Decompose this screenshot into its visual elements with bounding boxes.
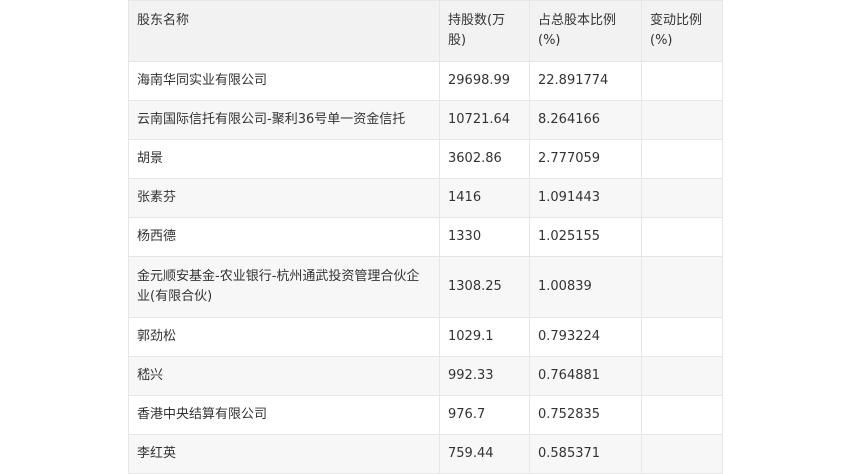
cell-ratio: 22.891774 [529,61,642,101]
shareholder-table: 股东名称 持股数(万股) 占总股本比例(%) 变动比例(%) 海南华同实业有限公… [128,0,723,474]
table-row: 云南国际信托有限公司-聚利36号单一资金信托 10721.64 8.264166 [128,100,723,140]
cell-name: 胡景 [128,139,440,179]
header-shares: 持股数(万股) [439,0,530,62]
cell-ratio: 0.764881 [529,356,642,396]
cell-ratio: 2.777059 [529,139,642,179]
cell-shares: 1029.1 [439,317,530,357]
table-body: 海南华同实业有限公司 29698.99 22.891774 云南国际信托有限公司… [128,61,723,474]
cell-name: 嵇兴 [128,356,440,396]
cell-name: 张素芬 [128,178,440,218]
table-row: 杨西德 1330 1.025155 [128,217,723,257]
cell-shares: 1308.25 [439,256,530,318]
cell-change [641,61,723,101]
header-shareholder-name: 股东名称 [128,0,440,62]
table-row: 金元顺安基金-农业银行-杭州通武投资管理合伙企业(有限合伙) 1308.25 1… [128,256,723,318]
table-header: 股东名称 持股数(万股) 占总股本比例(%) 变动比例(%) [128,0,723,62]
header-row: 股东名称 持股数(万股) 占总股本比例(%) 变动比例(%) [128,0,723,62]
cell-ratio: 1.025155 [529,217,642,257]
cell-ratio: 1.00839 [529,256,642,318]
cell-name: 金元顺安基金-农业银行-杭州通武投资管理合伙企业(有限合伙) [128,256,440,318]
cell-shares: 1330 [439,217,530,257]
cell-name: 杨西德 [128,217,440,257]
table-row: 胡景 3602.86 2.777059 [128,139,723,179]
cell-ratio: 1.091443 [529,178,642,218]
cell-shares: 10721.64 [439,100,530,140]
cell-name: 云南国际信托有限公司-聚利36号单一资金信托 [128,100,440,140]
cell-ratio: 0.752835 [529,395,642,435]
header-change: 变动比例(%) [641,0,723,62]
cell-change [641,356,723,396]
table-row: 嵇兴 992.33 0.764881 [128,356,723,396]
cell-change [641,139,723,179]
cell-change [641,317,723,357]
cell-change [641,434,723,474]
table-row: 香港中央结算有限公司 976.7 0.752835 [128,395,723,435]
cell-change [641,217,723,257]
cell-shares: 29698.99 [439,61,530,101]
cell-shares: 3602.86 [439,139,530,179]
shareholder-table-container: 股东名称 持股数(万股) 占总股本比例(%) 变动比例(%) 海南华同实业有限公… [128,0,723,474]
cell-shares: 1416 [439,178,530,218]
cell-shares: 992.33 [439,356,530,396]
cell-name: 香港中央结算有限公司 [128,395,440,435]
cell-ratio: 0.585371 [529,434,642,474]
cell-change [641,395,723,435]
cell-change [641,178,723,218]
cell-name: 郭劲松 [128,317,440,357]
table-row: 张素芬 1416 1.091443 [128,178,723,218]
header-ratio: 占总股本比例(%) [529,0,642,62]
cell-name: 李红英 [128,434,440,474]
cell-shares: 759.44 [439,434,530,474]
cell-name: 海南华同实业有限公司 [128,61,440,101]
cell-ratio: 0.793224 [529,317,642,357]
table-row: 郭劲松 1029.1 0.793224 [128,317,723,357]
cell-change [641,100,723,140]
table-row: 李红英 759.44 0.585371 [128,434,723,474]
cell-shares: 976.7 [439,395,530,435]
cell-ratio: 8.264166 [529,100,642,140]
table-row: 海南华同实业有限公司 29698.99 22.891774 [128,61,723,101]
cell-change [641,256,723,318]
